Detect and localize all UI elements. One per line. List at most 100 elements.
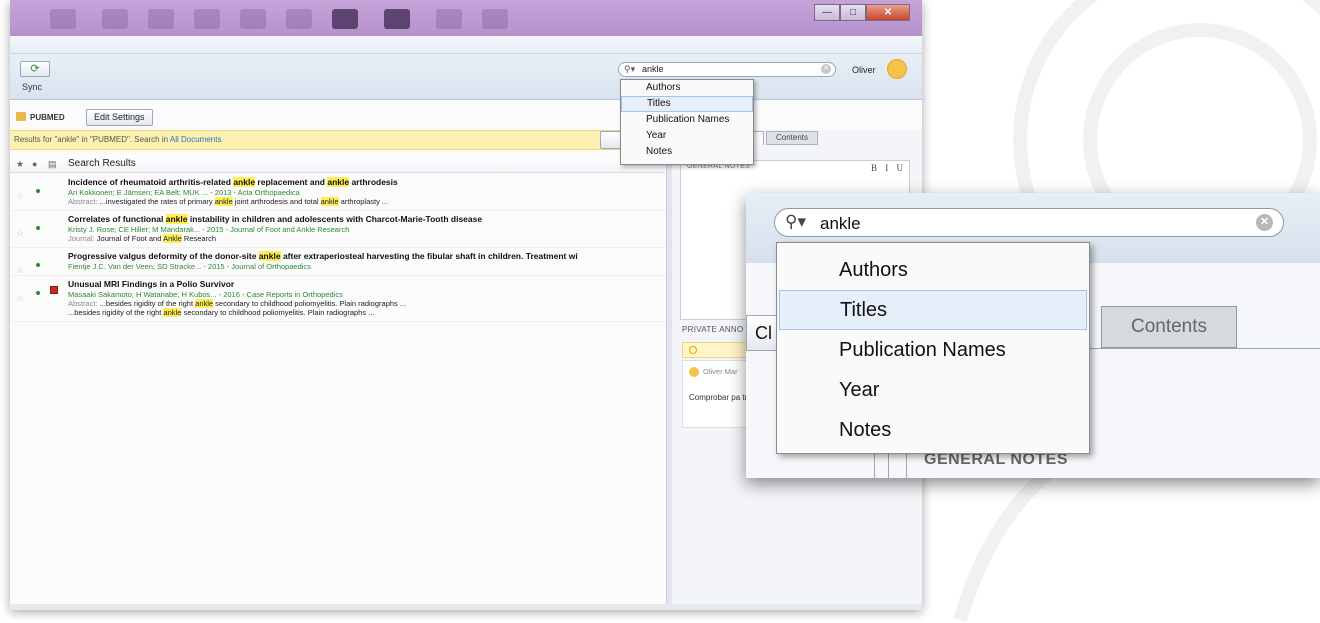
sync-icon: ⟳ — [30, 63, 40, 75]
edit-settings-button[interactable]: Edit Settings — [86, 109, 153, 126]
table-row[interactable]: ☆ Progressive valgus deformity of the don… — [10, 248, 665, 276]
text-segment: Unusual MRI Findings in a Polio Survivor — [68, 279, 235, 289]
window-controls: — □ ✕ — [814, 4, 910, 21]
pdf-icon — [50, 286, 58, 294]
sync-button[interactable]: ⟳ — [20, 61, 50, 77]
search-menu-titles[interactable]: Titles — [621, 96, 753, 112]
window-titlebar: — □ ✕ — [10, 0, 922, 36]
search-menu-notes[interactable]: Notes — [621, 144, 753, 160]
result-authors: Kristy J. Rose; CE Hiller; M Mandarak...… — [68, 225, 350, 234]
text-segment: secondary to childhood poliomyelitis. Pl… — [213, 299, 407, 308]
zoom-tab-contents[interactable]: Contents — [1101, 306, 1237, 348]
result-authors: Ari Kokkonen; E Jämsen; EA Belt; MUK ...… — [68, 188, 300, 197]
avatar — [689, 367, 699, 377]
read-status-icon — [36, 291, 40, 295]
taskbar-icon — [384, 9, 410, 29]
taskbar-icon — [148, 9, 174, 29]
search-icon[interactable]: ⚲▾ — [785, 212, 806, 232]
text-segment: ...besides rigidity of the right — [97, 299, 196, 308]
taskbar-icon — [194, 9, 220, 29]
search-menu-titles[interactable]: Titles — [779, 290, 1087, 330]
highlight-term: ankle — [165, 214, 188, 224]
result-title: Progressive valgus deformity of the dono… — [68, 251, 665, 262]
read-status-icon — [36, 189, 40, 193]
table-row[interactable]: ☆ Unusual MRI Findings in a Polio Survivo… — [10, 276, 665, 322]
document-column-icon[interactable]: ▤ — [48, 155, 57, 173]
close-icon[interactable]: ✕ — [866, 4, 910, 21]
taskbar-icon — [286, 9, 312, 29]
status-bar — [10, 604, 922, 610]
text-segment: Incidence of rheumatoid arthritis-relate… — [68, 177, 234, 187]
results-list: ☆ Incidence of rheumatoid arthritis-relat… — [10, 174, 665, 322]
bold-button[interactable]: B — [871, 163, 877, 173]
result-snippet: Journal: Journal of Foot and Ankle Resea… — [68, 234, 665, 243]
clear-search-icon[interactable]: ✕ — [1256, 214, 1273, 231]
search-menu-authors[interactable]: Authors — [779, 250, 1087, 290]
highlight-term: ankle — [327, 177, 350, 187]
taskbar-icon — [482, 9, 508, 29]
highlight-term: ankle — [195, 299, 214, 308]
text-segment: Correlates of functional — [68, 214, 166, 224]
search-icon[interactable]: ⚲▾ — [624, 64, 635, 75]
text-segment: instability in children and adolescents … — [187, 214, 483, 224]
library-name: PUBMED — [30, 113, 65, 122]
search-menu-publication-names[interactable]: Publication Names — [779, 330, 1087, 370]
highlight-term: ankle — [163, 308, 182, 317]
text-segment: Research — [181, 234, 217, 243]
result-snippet: ...besides rigidity of the right ankle s… — [68, 308, 665, 317]
format-toolbar: B I U — [865, 163, 903, 173]
minimize-icon[interactable]: — — [814, 4, 840, 21]
sync-label: Sync — [22, 82, 43, 92]
user-name[interactable]: Oliver — [852, 65, 876, 75]
search-menu-year[interactable]: Year — [779, 370, 1087, 410]
annotation-author: Oliver Mar — [703, 367, 738, 376]
star-column-icon[interactable]: ★ — [16, 155, 24, 173]
text-segment: after extraperiosteal harvesting the fib… — [280, 251, 578, 261]
italic-button[interactable]: I — [885, 163, 888, 173]
zoom-search-query: ankle — [820, 214, 861, 233]
result-authors: Masaaki Sakamoto; H Watanabe; H Kubos...… — [68, 290, 343, 299]
result-title: Incidence of rheumatoid arthritis-relate… — [68, 177, 665, 188]
table-row[interactable]: ☆ Incidence of rheumatoid arthritis-relat… — [10, 174, 665, 211]
underline-button[interactable]: U — [897, 163, 904, 173]
table-row[interactable]: ☆ Correlates of functional ankle instabil… — [10, 211, 665, 248]
highlight-term: ankle — [233, 177, 256, 187]
taskbar-icon — [50, 9, 76, 29]
highlight-term: ankle — [258, 251, 281, 261]
all-documents-link[interactable]: All Documents — [170, 135, 222, 144]
star-icon[interactable]: ☆ — [16, 265, 24, 276]
folder-icon — [16, 112, 26, 121]
search-menu-authors[interactable]: Authors — [621, 80, 753, 96]
star-icon[interactable]: ☆ — [16, 228, 24, 239]
search-menu-publication-names[interactable]: Publication Names — [621, 112, 753, 128]
text-segment: arthroplasty ... — [338, 197, 389, 206]
read-status-icon — [36, 226, 40, 230]
text-segment: arthrodesis — [349, 177, 398, 187]
result-snippet: Abstract: ...investigated the rates of p… — [68, 197, 665, 206]
search-results-banner: Results for "ankle" in "PUBMED". Search … — [10, 130, 665, 150]
clear-search-icon[interactable]: ✕ — [821, 64, 831, 74]
search-menu-year[interactable]: Year — [621, 128, 753, 144]
search-input[interactable]: ⚲▾ ankle ✕ — [618, 62, 836, 77]
tab-divider — [1086, 348, 1320, 349]
zoom-search-input[interactable]: ⚲▾ ankle ✕ — [774, 208, 1284, 237]
avatar[interactable] — [887, 59, 907, 79]
search-menu-notes[interactable]: Notes — [779, 410, 1087, 450]
text-segment: Progressive valgus deformity of the dono… — [68, 251, 259, 261]
read-status-icon — [36, 263, 40, 267]
read-status-column-icon[interactable]: ● — [32, 155, 37, 173]
highlight-term: Ankle — [163, 234, 182, 243]
star-icon[interactable]: ☆ — [16, 293, 24, 304]
text-segment: secondary to childhood poliomyelitis. Pl… — [181, 308, 375, 317]
color-picker-icon[interactable] — [689, 346, 697, 354]
result-authors: Fientje J.C. Van der Veen; SD Stracke...… — [68, 262, 311, 271]
results-banner-text: Results for "ankle" in "PUBMED". Search … — [14, 135, 170, 144]
text-segment: ...investigated the rates of primary — [97, 197, 215, 206]
highlight-term: ankle — [320, 197, 339, 206]
maximize-icon[interactable]: □ — [840, 4, 866, 21]
tab-contents[interactable]: Contents — [766, 131, 818, 145]
taskbar-icon — [240, 9, 266, 29]
text-segment: replacement and — [255, 177, 328, 187]
search-query: ankle — [642, 64, 664, 74]
star-icon[interactable]: ☆ — [16, 191, 24, 202]
